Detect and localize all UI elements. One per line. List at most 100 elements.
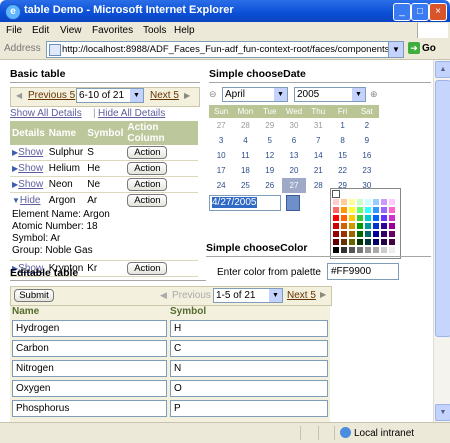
color-swatch[interactable]	[356, 190, 364, 198]
prev-month-icon[interactable]: ⊖	[209, 89, 217, 100]
color-swatch[interactable]	[340, 238, 348, 246]
color-swatch[interactable]	[340, 222, 348, 230]
color-swatch[interactable]	[356, 198, 364, 206]
column-name[interactable]: Name	[46, 121, 86, 145]
menu-tools[interactable]: Tools	[143, 25, 166, 36]
color-swatch[interactable]	[364, 230, 372, 238]
color-swatch[interactable]	[388, 238, 396, 246]
name-input[interactable]: Phosphorus	[12, 400, 167, 417]
name-input[interactable]: Oxygen	[12, 380, 167, 397]
calendar-day[interactable]: 20	[281, 163, 307, 178]
address-input[interactable]: http://localhost:8988/ADF_Faces_Fun-adf_…	[46, 41, 404, 58]
calendar-day[interactable]: 1	[330, 118, 355, 133]
scrollbar-thumb[interactable]	[435, 80, 450, 337]
close-button[interactable]: ×	[429, 3, 447, 21]
calendar-day[interactable]: 27	[209, 118, 234, 133]
calendar-day[interactable]: 15	[330, 148, 355, 163]
prev-arrow-icon[interactable]: ◀	[16, 91, 22, 100]
color-swatch[interactable]	[372, 238, 380, 246]
calendar-day[interactable]: 14	[306, 148, 331, 163]
calendar-day[interactable]: 13	[281, 148, 307, 163]
editable-next-5-link[interactable]: Next 5	[287, 290, 316, 301]
show-detail-link[interactable]: Show	[18, 179, 43, 190]
color-swatch[interactable]	[340, 206, 348, 214]
scroll-down-icon[interactable]: ▼	[435, 404, 450, 421]
calendar-day[interactable]: 5	[257, 133, 282, 148]
calendar-day[interactable]: 18	[233, 163, 258, 178]
color-swatch[interactable]	[332, 190, 340, 198]
color-swatch[interactable]	[388, 246, 396, 254]
color-swatch[interactable]	[340, 230, 348, 238]
color-swatch[interactable]	[332, 198, 340, 206]
color-swatch[interactable]	[388, 206, 396, 214]
calendar-day[interactable]: 11	[233, 148, 258, 163]
calendar-day[interactable]: 9	[354, 133, 379, 148]
calendar-day[interactable]: 7	[306, 133, 331, 148]
address-dropdown-icon[interactable]: ▼	[388, 41, 404, 58]
next-5-link[interactable]: Next 5	[150, 90, 179, 101]
calendar-day[interactable]: 26	[257, 178, 282, 193]
action-button[interactable]: Action	[127, 146, 168, 159]
color-swatch[interactable]	[348, 206, 356, 214]
calendar-day[interactable]: 3	[209, 133, 234, 148]
next-arrow-icon[interactable]: ▶	[320, 290, 326, 299]
year-select[interactable]: 2005 ▼	[294, 87, 366, 102]
color-swatch[interactable]	[364, 214, 372, 222]
color-swatch[interactable]	[388, 230, 396, 238]
color-swatch[interactable]	[332, 230, 340, 238]
calendar-day[interactable]: 6	[281, 133, 307, 148]
color-swatch[interactable]	[372, 214, 380, 222]
color-swatch[interactable]	[372, 230, 380, 238]
symbol-input[interactable]: P	[170, 400, 328, 417]
color-swatch[interactable]	[380, 206, 388, 214]
color-swatch[interactable]	[364, 246, 372, 254]
calendar-day[interactable]: 4	[233, 133, 258, 148]
action-button[interactable]: Action	[127, 194, 168, 207]
name-input[interactable]: Nitrogen	[12, 360, 167, 377]
color-swatch[interactable]	[332, 246, 340, 254]
color-swatch[interactable]	[388, 198, 396, 206]
calendar-day[interactable]: 31	[306, 118, 331, 133]
color-swatch[interactable]	[364, 198, 372, 206]
action-button[interactable]: Action	[127, 262, 168, 275]
hide-all-details-link[interactable]: Hide All Details	[98, 108, 165, 119]
menu-help[interactable]: Help	[174, 25, 195, 36]
calendar-day[interactable]: 25	[233, 178, 258, 193]
color-palette[interactable]	[330, 188, 401, 259]
symbol-input[interactable]: N	[170, 360, 328, 377]
calendar-day[interactable]: 21	[306, 163, 331, 178]
color-swatch[interactable]	[372, 206, 380, 214]
calendar-day[interactable]: 16	[354, 148, 379, 163]
color-swatch[interactable]	[364, 206, 372, 214]
menu-favorites[interactable]: Favorites	[92, 25, 133, 36]
calendar-day[interactable]: 22	[330, 163, 355, 178]
calendar-day-selected[interactable]: 27	[281, 178, 307, 193]
color-swatch[interactable]	[356, 206, 364, 214]
color-swatch[interactable]	[332, 222, 340, 230]
color-swatch[interactable]	[340, 246, 348, 254]
collapse-icon[interactable]: ▼	[12, 196, 20, 205]
editable-range-select[interactable]: 1-5 of 21 ▼	[213, 288, 283, 303]
color-input[interactable]: #FF9900	[327, 263, 399, 280]
date-input[interactable]: 4/27/2005	[209, 195, 281, 211]
color-swatch[interactable]	[380, 246, 388, 254]
minimize-button[interactable]: _	[393, 3, 411, 21]
calendar-day[interactable]: 8	[330, 133, 355, 148]
column-action[interactable]: Action Column	[125, 121, 198, 145]
color-swatch[interactable]	[388, 190, 396, 198]
color-swatch[interactable]	[364, 222, 372, 230]
color-swatch[interactable]	[348, 246, 356, 254]
color-swatch[interactable]	[380, 214, 388, 222]
calendar-picker-icon[interactable]	[286, 195, 300, 211]
calendar-day[interactable]: 23	[354, 163, 379, 178]
symbol-input[interactable]: H	[170, 320, 328, 337]
calendar-day[interactable]: 10	[209, 148, 234, 163]
color-swatch[interactable]	[356, 230, 364, 238]
calendar-day[interactable]: 2	[354, 118, 379, 133]
calendar-day[interactable]: 12	[257, 148, 282, 163]
name-input[interactable]: Carbon	[12, 340, 167, 357]
go-button[interactable]: ➜ Go	[408, 42, 436, 54]
color-swatch[interactable]	[348, 190, 356, 198]
color-swatch[interactable]	[364, 190, 372, 198]
action-button[interactable]: Action	[127, 162, 168, 175]
